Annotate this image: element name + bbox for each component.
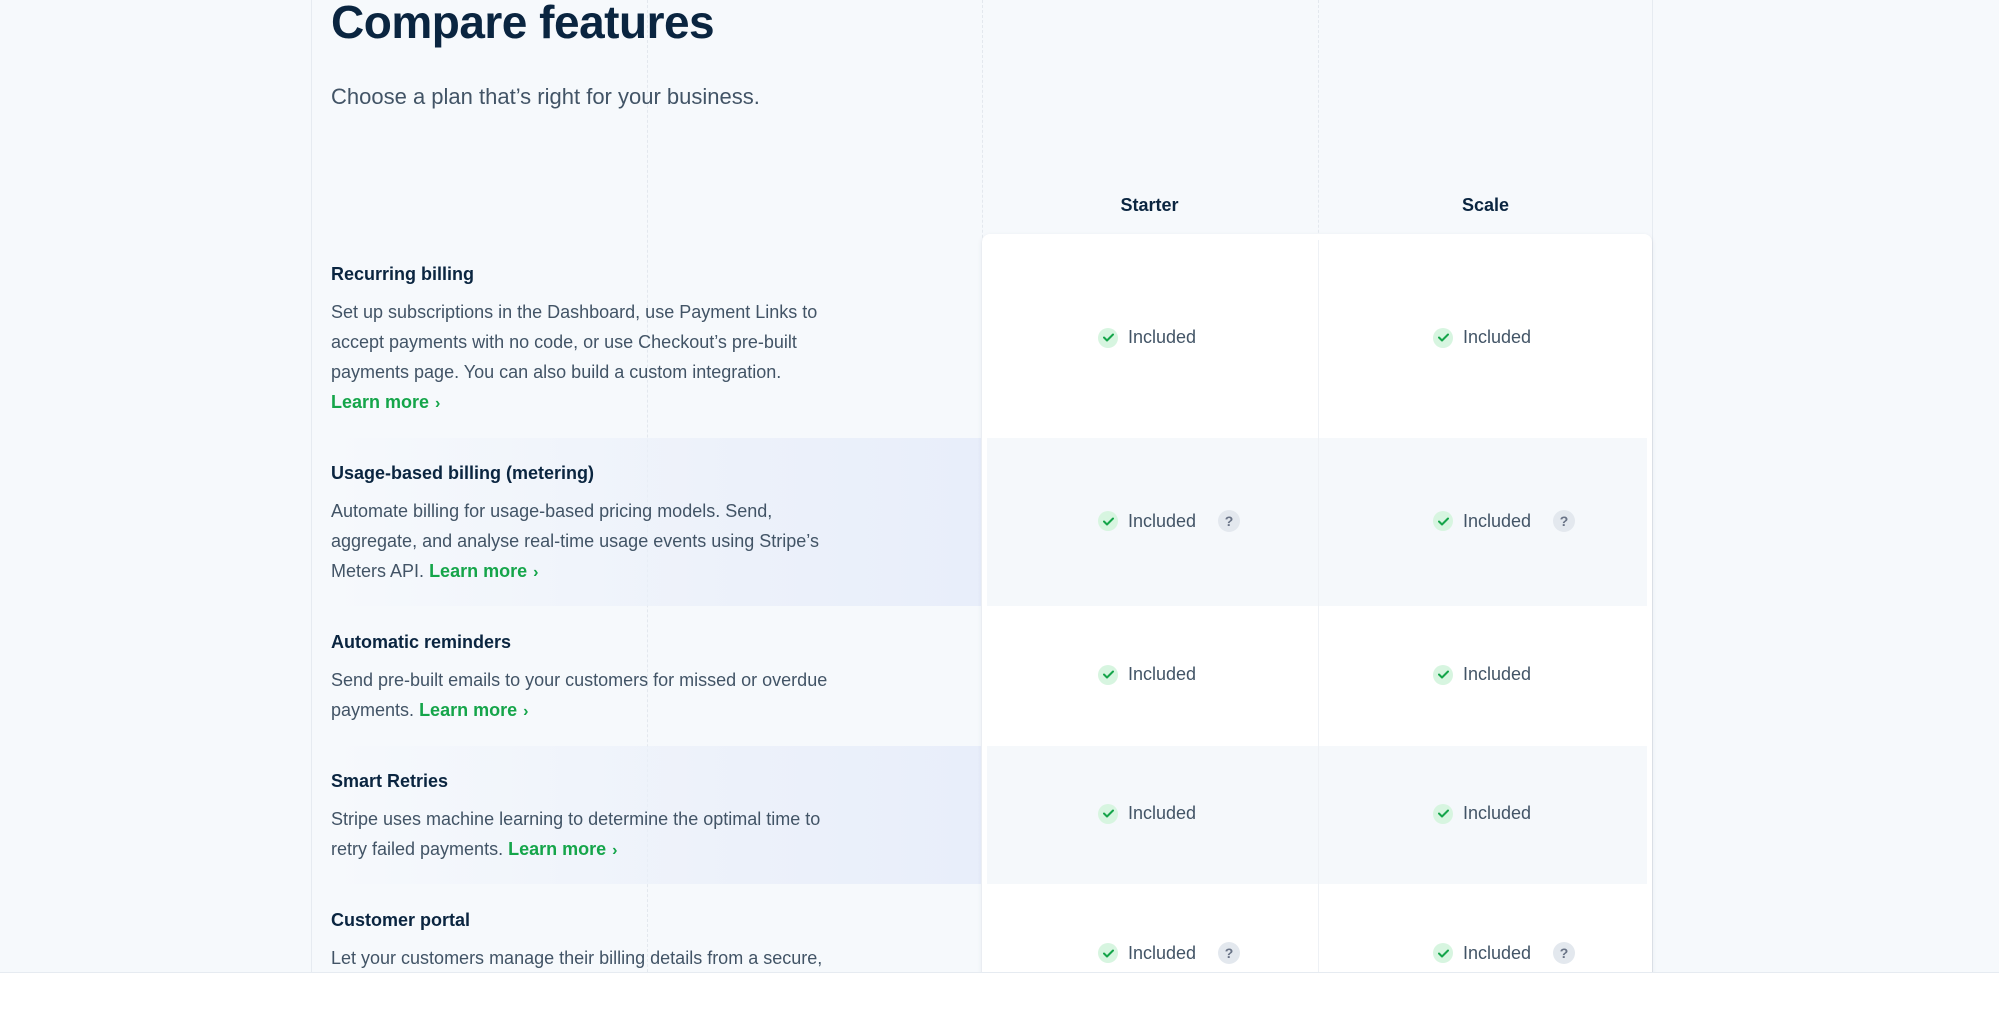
feature-row-smart-retries: Smart Retries Stripe uses machine learni… (331, 768, 851, 866)
chevron-right-icon: › (533, 564, 539, 581)
feature-description: Send pre-built emails to your customers … (331, 665, 851, 727)
question-circle-icon[interactable]: ? (1553, 942, 1576, 964)
question-circle-icon[interactable]: ? (1553, 510, 1576, 532)
included-label: Included (1128, 510, 1197, 531)
guide-line (1652, 0, 1653, 972)
page-title: Compare features (331, 0, 715, 48)
feature-description-text: Automate billing for usage-based pricing… (331, 501, 819, 581)
learn-more-label: Learn more (429, 561, 528, 581)
feature-description-text: Set up subscriptions in the Dashboard, u… (331, 302, 818, 382)
included-label: Included (1463, 510, 1532, 531)
check-circle-icon (1098, 943, 1118, 963)
included-label: Included (1463, 942, 1532, 963)
feature-description: Automate billing for usage-based pricing… (331, 496, 851, 588)
scale-customer-portal-status: Included ? (1433, 942, 1576, 964)
feature-row-recurring-billing: Recurring billing Set up subscriptions i… (331, 261, 851, 419)
check-circle-icon (1433, 511, 1453, 531)
starter-usage-based-billing-status: Included ? (1098, 510, 1241, 532)
cell-band (987, 746, 1647, 884)
learn-more-link[interactable]: Learn more › (429, 561, 538, 581)
check-circle-icon (1098, 664, 1118, 685)
feature-title: Automatic reminders (331, 632, 512, 652)
check-circle-icon (1433, 943, 1453, 963)
feature-description: Let your customers manage their billing … (331, 943, 851, 972)
check-circle-icon (1098, 327, 1118, 348)
learn-more-label: Learn more (508, 839, 607, 859)
learn-more-link[interactable]: Learn more › (508, 839, 617, 859)
included-label: Included (1463, 664, 1532, 684)
check-circle-icon (1433, 664, 1453, 685)
plan-header-starter: Starter (1120, 195, 1179, 215)
feature-description-text: Let your customers manage their billing … (331, 948, 823, 968)
feature-row-usage-based-billing: Usage-based billing (metering) Automate … (331, 460, 851, 588)
scale-automatic-reminders-status: Included (1433, 664, 1531, 685)
check-circle-icon (1433, 803, 1453, 824)
check-circle-icon (1098, 511, 1118, 531)
plan-column-divider (1318, 240, 1319, 972)
guide-line (311, 0, 312, 972)
learn-more-link[interactable]: Learn more › (331, 392, 440, 412)
feature-description-text: Send pre-built emails to your customers … (331, 670, 828, 720)
chevron-right-icon: › (612, 842, 618, 859)
learn-more-label: Learn more (419, 700, 518, 720)
check-circle-icon (1098, 803, 1118, 824)
included-label: Included (1463, 803, 1532, 823)
scale-smart-retries-status: Included (1433, 803, 1531, 824)
starter-automatic-reminders-status: Included (1098, 664, 1196, 685)
feature-row-customer-portal: Customer portal Let your customers manag… (331, 907, 851, 972)
chevron-right-icon: › (523, 703, 529, 720)
feature-title: Smart Retries (331, 771, 449, 791)
feature-row-automatic-reminders: Automatic reminders Send pre-built email… (331, 629, 851, 727)
page-subtitle: Choose a plan that’s right for your busi… (331, 84, 760, 109)
scale-recurring-billing-status: Included (1433, 327, 1531, 348)
plan-header-scale: Scale (1461, 195, 1510, 215)
starter-smart-retries-status: Included (1098, 803, 1196, 824)
learn-more-label: Learn more (331, 392, 430, 412)
chevron-right-icon: › (435, 395, 441, 412)
page-viewport: Compare features Choose a plan that’s ri… (0, 0, 1999, 972)
learn-more-link[interactable]: Learn more › (419, 700, 528, 720)
included-label: Included (1463, 327, 1532, 347)
question-circle-icon[interactable]: ? (1218, 510, 1241, 532)
bottom-strip (0, 972, 1999, 1029)
included-label: Included (1128, 803, 1197, 823)
question-circle-icon[interactable]: ? (1218, 942, 1241, 964)
included-label: Included (1128, 942, 1197, 963)
feature-title: Usage-based billing (metering) (331, 463, 595, 483)
scale-usage-based-billing-status: Included ? (1433, 510, 1576, 532)
feature-description: Set up subscriptions in the Dashboard, u… (331, 297, 851, 419)
included-label: Included (1128, 327, 1197, 347)
feature-title: Recurring billing (331, 264, 475, 284)
feature-title: Customer portal (331, 910, 471, 930)
check-circle-icon (1433, 327, 1453, 348)
feature-description: Stripe uses machine learning to determin… (331, 804, 851, 866)
starter-customer-portal-status: Included ? (1098, 942, 1241, 964)
included-label: Included (1128, 664, 1197, 684)
starter-recurring-billing-status: Included (1098, 327, 1196, 348)
